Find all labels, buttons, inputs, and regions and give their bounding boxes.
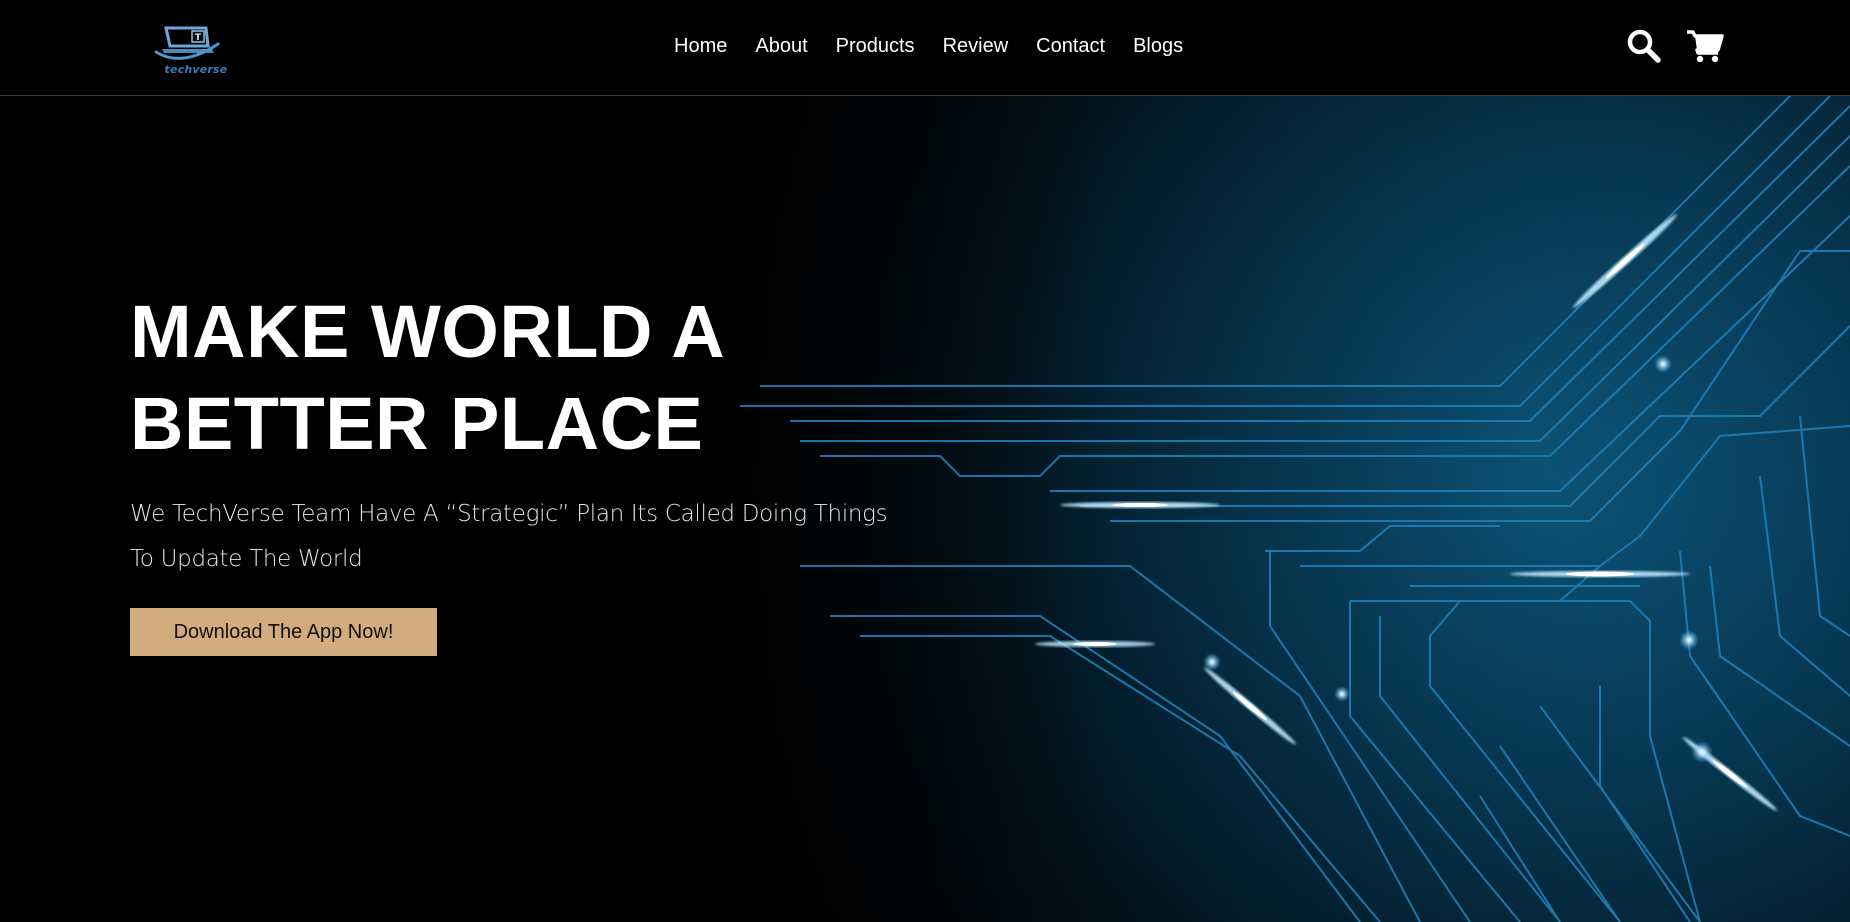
- hero-title-line-1: MAKE WORLD A: [130, 290, 726, 373]
- nav-about[interactable]: About: [755, 34, 807, 58]
- site-logo[interactable]: T techverse: [152, 22, 238, 80]
- hero-subtitle: We TechVerse Team Have A “Strategic” Pla…: [130, 492, 910, 582]
- hero-title-line-2: BETTER PLACE: [130, 382, 704, 465]
- nav-contact[interactable]: Contact: [1036, 34, 1105, 58]
- svg-text:T: T: [195, 33, 202, 43]
- nav-products[interactable]: Products: [836, 34, 915, 58]
- search-icon[interactable]: [1626, 28, 1662, 64]
- hero-content: MAKE WORLD A BETTER PLACE We TechVerse T…: [130, 286, 910, 656]
- nav-review[interactable]: Review: [943, 34, 1009, 58]
- laptop-logo-icon: T: [154, 26, 220, 60]
- page: T techverse Home About Products Review C…: [0, 0, 1850, 922]
- logo-wordmark: techverse: [164, 63, 228, 76]
- hero-title: MAKE WORLD A BETTER PLACE: [130, 286, 910, 470]
- hero-subtitle-line-1: We TechVerse Team Have A “Strategic” Pla…: [130, 501, 888, 527]
- nav-blogs[interactable]: Blogs: [1133, 34, 1183, 58]
- hero-subtitle-line-2: To Update The World: [130, 546, 363, 572]
- nav-home[interactable]: Home: [674, 34, 727, 58]
- main-nav: Home About Products Review Contact Blogs: [674, 34, 1183, 58]
- download-app-button[interactable]: Download The App Now!: [130, 608, 437, 656]
- cart-icon[interactable]: [1686, 28, 1724, 64]
- site-header: T techverse Home About Products Review C…: [0, 0, 1850, 96]
- hero-section: MAKE WORLD A BETTER PLACE We TechVerse T…: [0, 96, 1850, 922]
